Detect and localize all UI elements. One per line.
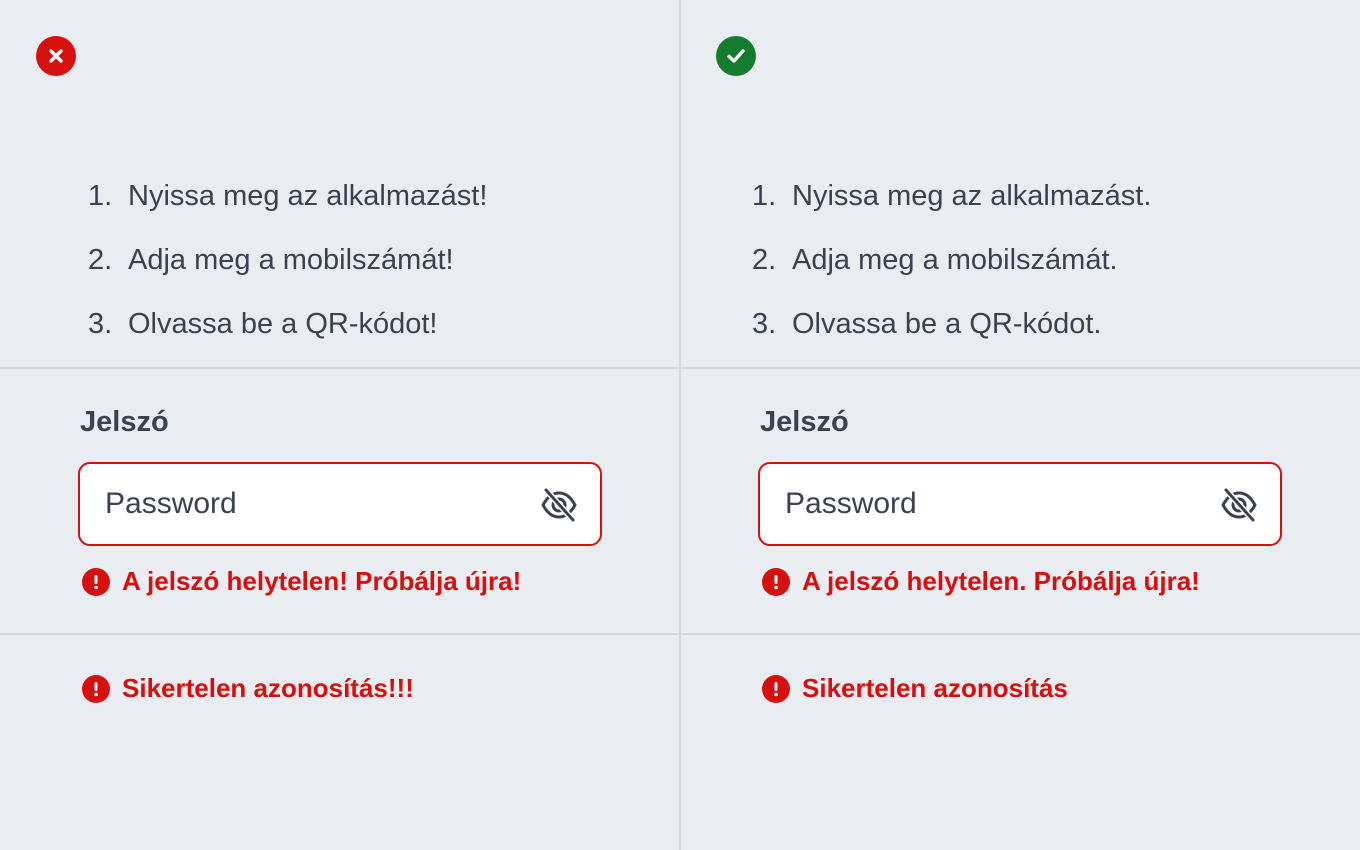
password-placeholder: Password <box>785 487 917 520</box>
x-icon <box>49 49 63 63</box>
correct-badge <box>716 36 756 76</box>
auth-error-message: Sikertelen azonosítás!!! <box>82 673 414 704</box>
password-error-message: A jelszó helytelen! Próbálja újra! <box>82 566 521 597</box>
eye-off-icon[interactable] <box>1220 486 1258 524</box>
correct-example-column: 1. Nyissa meg az alkalmazást. 2. Adja meg … <box>680 0 1360 850</box>
alert-icon <box>82 674 110 703</box>
alert-icon <box>762 567 790 596</box>
instruction-step: 3. Olvassa be a QR-kódot! <box>88 308 438 340</box>
password-placeholder: Password <box>105 487 237 520</box>
instruction-step: 2. Adja meg a mobilszámát. <box>752 244 1118 276</box>
incorrect-badge <box>36 36 76 76</box>
instruction-list: 1. Nyissa meg az alkalmazást. 2. Adja meg … <box>752 164 1151 356</box>
eye-off-icon[interactable] <box>540 486 578 524</box>
alert-icon <box>82 567 110 596</box>
password-field[interactable]: Password <box>758 462 1282 546</box>
instruction-list: 1. Nyissa meg az alkalmazást! 2. Adja meg … <box>88 164 487 356</box>
instruction-step: 3. Olvassa be a QR-kódot. <box>752 308 1102 340</box>
auth-error-message: Sikertelen azonosítás <box>762 673 1068 704</box>
password-label: Jelszó <box>760 406 849 438</box>
password-error-message: A jelszó helytelen. Próbálja újra! <box>762 566 1200 597</box>
incorrect-example-column: 1. Nyissa meg az alkalmazást! 2. Adja meg … <box>0 0 680 850</box>
password-field[interactable]: Password <box>78 462 602 546</box>
instruction-step: 1. Nyissa meg az alkalmazást. <box>752 180 1152 212</box>
checkmark-icon <box>727 49 745 63</box>
instruction-step: 2. Adja meg a mobilszámát! <box>88 244 454 276</box>
instruction-step: 1. Nyissa meg az alkalmazást! <box>88 180 488 212</box>
password-label: Jelszó <box>80 406 169 438</box>
alert-icon <box>762 674 790 703</box>
